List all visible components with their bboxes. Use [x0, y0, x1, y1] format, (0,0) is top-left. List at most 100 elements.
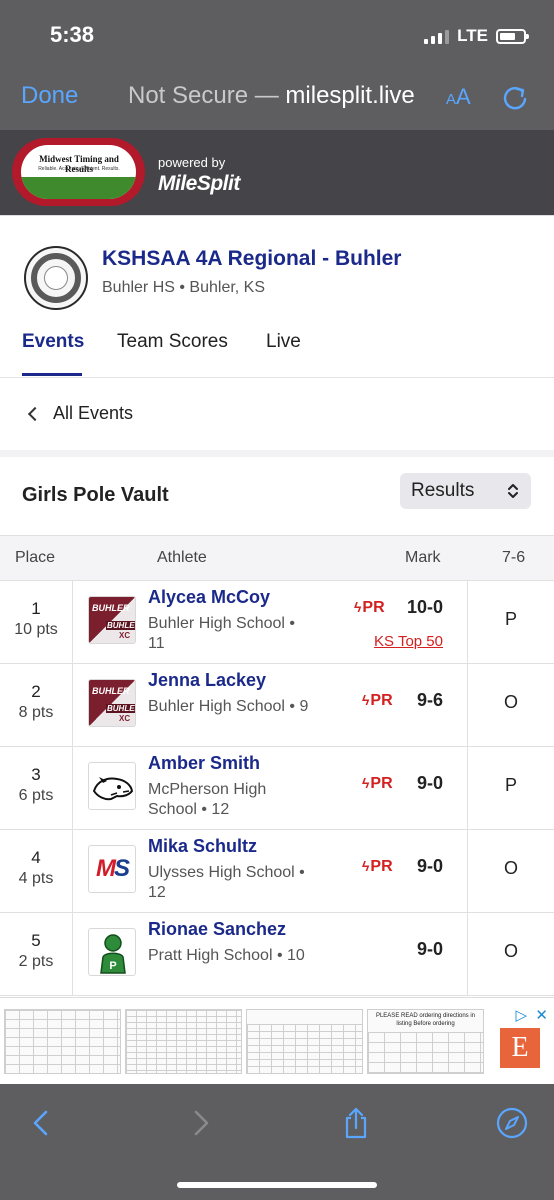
place-cell: 1 10 pts — [0, 581, 73, 664]
midwest-timing-logo[interactable]: Midwest Timing and Results Reliable. Acc… — [12, 138, 145, 206]
header-height: 7-6 — [502, 549, 526, 566]
logo-grass — [21, 177, 136, 199]
bolt-icon: ϟ — [362, 775, 370, 791]
place-points: 8 pts — [18, 704, 54, 721]
status-indicators: LTE — [424, 26, 529, 46]
ad-grid — [368, 1032, 483, 1073]
midwest-timing-logo-inner: Midwest Timing and Results Reliable. Acc… — [21, 145, 136, 199]
close-icon[interactable]: ✕ — [535, 1006, 548, 1024]
bolt-icon: ϟ — [362, 692, 370, 708]
table-row[interactable]: 3 6 pts Amber Smith McPherson High Schoo… — [0, 747, 554, 830]
ad-banner[interactable]: PLEASE READ ordering directions in listi… — [0, 997, 554, 1084]
table-row[interactable]: 5 2 pts P Rionae Sanchez Pratt High Scho… — [0, 913, 554, 996]
attempt-value: O — [503, 858, 518, 878]
logo-glyph: BUHLER — [106, 704, 135, 713]
compass-icon[interactable] — [495, 1106, 529, 1140]
header-mark: Mark — [405, 549, 441, 566]
tab-live[interactable]: Live — [266, 331, 301, 378]
place-points: 2 pts — [18, 953, 54, 970]
buhler-crusaders-logo: BUHLERBUHLERXC — [88, 596, 136, 644]
pr-label: PR — [370, 775, 393, 792]
athlete-school: Ulysses High School • 12 — [148, 864, 305, 901]
security-label: Not Secure — — [128, 82, 279, 109]
mark-value: 9-6 — [416, 690, 443, 710]
ad-image-schedule[interactable] — [246, 1009, 363, 1074]
logo-glyph: XC — [119, 714, 131, 723]
pr-label: PR — [370, 692, 393, 709]
logo-glyph: BUHLER — [92, 686, 130, 696]
battery-icon — [496, 28, 529, 44]
buhler-crusaders-logo: BUHLERBUHLERXC — [88, 679, 136, 727]
network-label: LTE — [457, 26, 488, 45]
attempt-cell: O — [467, 913, 554, 996]
attempt-value: O — [503, 941, 518, 961]
results-select[interactable]: Results — [400, 473, 531, 509]
tab-events[interactable]: Events — [22, 331, 84, 378]
ad-image-spreadsheet[interactable] — [125, 1009, 242, 1074]
ad-choices-icon[interactable]: ▷ — [515, 1006, 527, 1024]
home-indicator — [177, 1182, 377, 1188]
pr-badge: ϟPR — [362, 858, 393, 876]
table-row[interactable]: 4 4 pts MS Mika Schultz Ulysses High Sch… — [0, 830, 554, 913]
reload-icon[interactable] — [500, 82, 530, 112]
results-select-value: Results — [411, 480, 475, 501]
chevron-left-icon — [27, 406, 43, 422]
place-cell: 5 2 pts — [0, 913, 73, 996]
sponsor-banner[interactable]: Midwest Timing and Results Reliable. Acc… — [0, 130, 554, 215]
tab-team-scores[interactable]: Team Scores — [117, 331, 228, 378]
all-events-link[interactable]: All Events — [0, 377, 554, 450]
table-row[interactable]: 1 10 pts BUHLERBUHLERXC Alycea McCoy Buh… — [0, 581, 554, 664]
table-row[interactable]: 2 8 pts BUHLERBUHLERXC Jenna Lackey Buhl… — [0, 664, 554, 747]
mark-value: 9-0 — [416, 856, 443, 876]
ad-note: PLEASE READ ordering directions in listi… — [375, 1013, 476, 1027]
athlete-name[interactable]: Mika Schultz — [148, 836, 257, 857]
greenback-mascot-icon: P — [100, 934, 126, 974]
pr-label: PR — [370, 858, 393, 875]
back-icon[interactable] — [24, 1106, 58, 1140]
page-content: KSHSAA 4A Regional - Buhler Buhler HS • … — [0, 215, 554, 997]
athlete-name[interactable]: Amber Smith — [148, 753, 260, 774]
ad-image-labels[interactable]: PLEASE READ ordering directions in listi… — [367, 1009, 484, 1074]
place-points: 4 pts — [18, 870, 54, 887]
athlete-name[interactable]: Alycea McCoy — [148, 587, 270, 608]
place-points: 6 pts — [18, 787, 54, 804]
browser-nav-bar: Done Not Secure — milesplit.live AA — [0, 70, 554, 130]
text-size-button[interactable]: AA — [446, 84, 471, 110]
text-size-large-glyph: A — [456, 84, 471, 109]
url-host: milesplit.live — [285, 82, 415, 109]
done-button[interactable]: Done — [21, 82, 78, 110]
svg-text:P: P — [109, 960, 116, 972]
ks-top-50-link[interactable]: KS Top 50 — [374, 633, 443, 650]
event-title: Girls Pole Vault — [22, 484, 169, 506]
ad-grid — [247, 1024, 362, 1073]
attempt-cell: O — [467, 664, 554, 747]
pr-label: PR — [362, 599, 385, 616]
ad-image-calendar[interactable] — [4, 1009, 121, 1074]
place-cell: 4 4 pts — [0, 830, 73, 913]
address-bar[interactable]: Not Secure — milesplit.live — [128, 82, 415, 110]
status-time: 5:38 — [50, 22, 95, 47]
powered-by-label: powered by — [158, 155, 226, 170]
attempt-value: O — [503, 692, 518, 712]
bolt-icon: ϟ — [354, 599, 362, 615]
forward-icon[interactable] — [184, 1106, 218, 1140]
active-tab-indicator — [22, 373, 82, 376]
athlete-school: Pratt High School • 10 — [148, 947, 305, 964]
meet-header: KSHSAA 4A Regional - Buhler Buhler HS • … — [0, 215, 554, 377]
share-icon[interactable] — [339, 1106, 373, 1140]
logo-glyph: BUHLER — [106, 621, 135, 630]
place-number: 5 — [31, 931, 41, 950]
athlete-school: McPherson High School • 12 — [148, 781, 267, 818]
text-size-small-glyph: A — [446, 91, 457, 108]
meet-title[interactable]: KSHSAA 4A Regional - Buhler — [102, 247, 401, 271]
place-points: 10 pts — [14, 621, 58, 638]
meet-location: Buhler HS • Buhler, KS — [102, 279, 266, 296]
mark-value: 9-0 — [416, 939, 443, 959]
athlete-name[interactable]: Jenna Lackey — [148, 670, 266, 691]
mark-value: 9-0 — [416, 773, 443, 793]
results-table-body: 1 10 pts BUHLERBUHLERXC Alycea McCoy Buh… — [0, 581, 554, 996]
chevron-up-down-icon — [508, 484, 518, 498]
place-cell: 3 6 pts — [0, 747, 73, 830]
athlete-name[interactable]: Rionae Sanchez — [148, 919, 286, 940]
etsy-logo[interactable]: E — [500, 1028, 540, 1068]
